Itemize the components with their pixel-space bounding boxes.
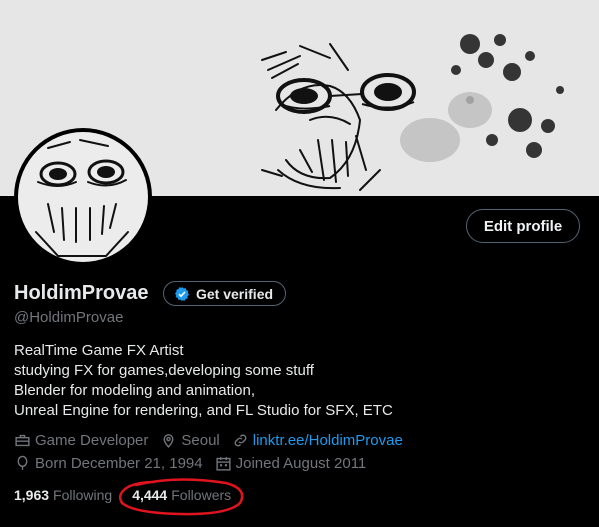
bio-line: Unreal Engine for rendering, and FL Stud… — [14, 402, 393, 419]
avatar[interactable] — [14, 128, 152, 266]
briefcase-icon — [15, 434, 30, 447]
followers-stat[interactable]: 4,444 Followers — [132, 487, 231, 503]
avatar-image — [18, 132, 148, 262]
balloon-icon — [17, 455, 28, 470]
display-name: HoldimProvae — [14, 282, 149, 304]
website-item: linktr.ee/HoldimProvae — [232, 432, 403, 449]
category-item: Game Developer — [14, 432, 148, 449]
follow-stats: 1,963 Following 4,444 Followers — [14, 487, 231, 503]
birthday-item: Born December 21, 1994 — [14, 455, 203, 472]
bio-line: Blender for modeling and animation, — [14, 382, 255, 399]
website-link[interactable]: linktr.ee/HoldimProvae — [253, 432, 403, 449]
location-item: Seoul — [160, 432, 220, 449]
bio-line: RealTime Game FX Artist — [14, 342, 184, 359]
joined-item: Joined August 2011 — [215, 455, 367, 472]
birthday-text: Born December 21, 1994 — [35, 455, 203, 472]
user-handle: @HoldimProvae — [14, 309, 124, 326]
get-verified-button[interactable]: Get verified — [163, 281, 287, 306]
calendar-icon — [216, 457, 231, 471]
location-pin-icon — [163, 434, 174, 448]
followers-count: 4,444 — [132, 487, 168, 503]
following-label: Following — [53, 487, 113, 503]
following-count: 1,963 — [14, 487, 50, 503]
joined-text: Joined August 2011 — [235, 455, 367, 472]
get-verified-label: Get verified — [196, 285, 274, 302]
bio-line: studying FX for games,developing some st… — [14, 362, 314, 379]
following-stat[interactable]: 1,963 Following — [14, 487, 112, 503]
profile-meta-row: Born December 21, 1994 Joined August 201… — [14, 455, 378, 472]
location-text: Seoul — [181, 432, 220, 449]
edit-profile-button[interactable]: Edit profile — [466, 209, 580, 243]
link-icon — [234, 434, 247, 447]
bio: RealTime Game FX Artist studying FX for … — [14, 341, 393, 421]
followers-label: Followers — [171, 487, 232, 503]
profile-meta-row: Game Developer Seoul linktr.ee/HoldimPro… — [14, 432, 415, 449]
verified-badge-icon — [175, 286, 189, 301]
category-text: Game Developer — [35, 432, 149, 449]
